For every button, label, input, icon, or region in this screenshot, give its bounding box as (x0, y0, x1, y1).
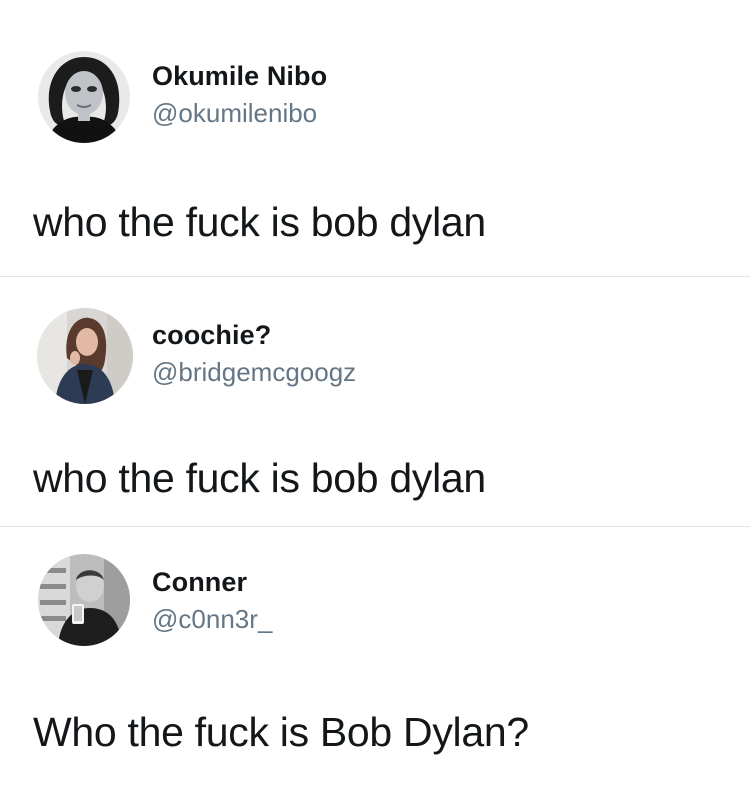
user-handle[interactable]: @c0nn3r_ (152, 604, 272, 635)
avatar-image (38, 51, 130, 143)
avatar[interactable] (37, 308, 133, 404)
tweet-card[interactable]: coochie? @bridgemcgoogz who the fuck is … (0, 277, 750, 526)
tweet-text: who the fuck is bob dylan (33, 455, 486, 501)
display-name[interactable]: Conner (152, 567, 247, 598)
display-name[interactable]: coochie? (152, 320, 271, 351)
display-name[interactable]: Okumile Nibo (152, 61, 327, 92)
user-handle[interactable]: @okumilenibo (152, 98, 317, 129)
tweet-card[interactable]: Conner @c0nn3r_ Who the fuck is Bob Dyla… (0, 527, 750, 806)
avatar[interactable] (38, 554, 130, 646)
tweet-card[interactable]: Okumile Nibo @okumilenibo who the fuck i… (0, 0, 750, 276)
user-handle[interactable]: @bridgemcgoogz (152, 357, 356, 388)
avatar-image (38, 554, 130, 646)
avatar-image (37, 308, 133, 404)
tweet-text: who the fuck is bob dylan (33, 199, 486, 245)
tweet-text: Who the fuck is Bob Dylan? (33, 709, 529, 755)
avatar[interactable] (38, 51, 130, 143)
tweet-feed: Okumile Nibo @okumilenibo who the fuck i… (0, 0, 750, 806)
